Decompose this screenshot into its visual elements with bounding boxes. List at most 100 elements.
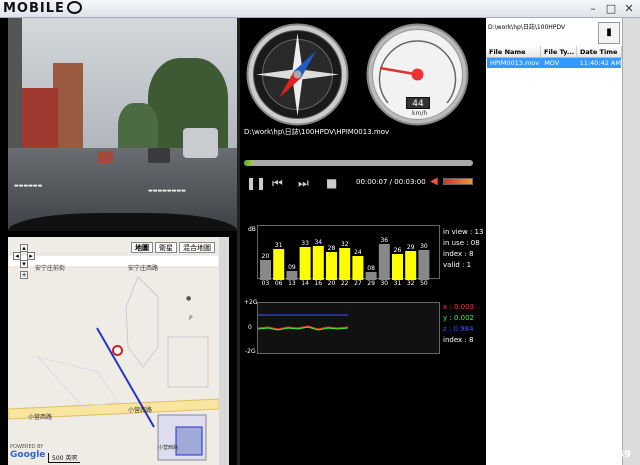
road-label: 小营西路 (28, 414, 53, 421)
video-building (8, 18, 22, 158)
sat-in-use: in use : 08 (443, 239, 480, 247)
satellite-bar-value: 28 (328, 245, 336, 252)
logo-eye-icon (66, 1, 82, 14)
satellite-id-label: 20 (327, 280, 336, 287)
acc-label-top: +2G (244, 299, 258, 306)
watermark: #1420249 (574, 449, 632, 460)
file-row[interactable]: HPIM0013.mov MOV 11:40:42 AM (487, 58, 621, 68)
compass-gauge (246, 23, 349, 126)
map-type-tabs: 地圖 衛星 混合地圖 (131, 242, 215, 253)
poi-icon: ● (186, 295, 192, 302)
column-file-name[interactable]: File Name (486, 46, 541, 57)
column-date-time[interactable]: Date Time (577, 46, 622, 57)
satellite-id-label: 03 (261, 280, 270, 287)
file-name-cell: HPIM0013.mov (490, 59, 540, 67)
speaker-icon[interactable]: ◀ (430, 176, 438, 187)
video-player[interactable]: ▬▬▬▬▬▬ ▬▬▬▬▬▬▬▬ (8, 18, 237, 231)
satellite-bar (365, 272, 377, 280)
accelerometer-chart (257, 302, 440, 354)
satellite-id-label: 32 (406, 280, 415, 287)
video-overlay-right: ▬▬▬▬▬▬▬▬ (148, 188, 186, 194)
column-file-type[interactable]: File Ty... (541, 46, 577, 57)
satellite-bar-value: 29 (407, 244, 415, 251)
map-scale: 500 英呎 (48, 453, 81, 463)
satellite-bar-value: 24 (354, 249, 362, 256)
sat-index: index : 8 (443, 250, 474, 258)
satellite-id-label: 06 (274, 280, 283, 287)
map-scrollbar[interactable] (219, 237, 229, 465)
acc-label-bottom: -2G (245, 348, 256, 355)
road-label: 安宁庄前街 (35, 265, 66, 272)
road-label: 小营西路 (128, 407, 153, 414)
satellite-bar-value: 09 (288, 264, 296, 271)
stop-button[interactable]: ■ (326, 176, 337, 190)
pause-button[interactable]: ❚❚ (246, 176, 266, 190)
file-list-panel: D:\work\hp\日誌\100HPDV ▮ File Name File T… (486, 18, 622, 465)
satellite-bar-value: 36 (380, 237, 388, 244)
satellite-id-label: 50 (420, 280, 428, 287)
speed-readout: 44 (406, 97, 430, 109)
satellite-bar-value: 20 (262, 253, 270, 260)
volume-slider[interactable] (443, 178, 473, 185)
satellite-bar-value: 32 (341, 241, 349, 248)
satellite-ids: 03 06 13 14 16 20 22 27 29 30 31 32 50 (258, 280, 441, 290)
tab-satellite[interactable]: 衛星 (155, 242, 177, 253)
satellite-id-label: 14 (301, 280, 309, 287)
folder-icon[interactable]: ▮ (598, 22, 620, 44)
file-date-cell: 11:40:42 AM (579, 59, 621, 67)
satellite-bars: 20 31 09 33 34 28 32 24 08 36 26 29 30 (260, 237, 430, 280)
satellite-bar-value: 34 (314, 239, 322, 246)
tab-map[interactable]: 地圖 (131, 242, 153, 253)
video-overlay-left: ▬▬▬▬▬▬ (14, 183, 43, 189)
satellite-bar (378, 244, 390, 280)
car-position-icon (112, 345, 123, 356)
google-logo: Google (10, 450, 46, 460)
satellite-bar (273, 249, 285, 280)
pan-left-icon[interactable]: ◂ (13, 252, 21, 260)
pan-up-icon[interactable]: ▴ (20, 244, 28, 252)
playback-progress[interactable] (244, 160, 473, 166)
speed-unit: km/h (412, 110, 428, 117)
video-car (98, 151, 113, 163)
zoom-in-button[interactable]: + (20, 271, 28, 279)
satellite-bar-value: 30 (420, 243, 428, 250)
satellite-id-label: 30 (380, 280, 389, 287)
satellite-id-label: 22 (340, 280, 349, 287)
parking-icon: P (189, 315, 193, 322)
sat-in-view: in view : 13 (443, 228, 484, 236)
file-path: D:\work\hp\日誌\100HPDV\HPIM0013.mov (244, 128, 390, 136)
satellite-bar (286, 271, 298, 280)
maximize-button[interactable]: □ (602, 2, 620, 15)
satellite-info: in view : 13 in use : 08 index : 8 valid… (443, 227, 483, 271)
panel-divider (237, 18, 240, 465)
acc-info-line: z : 0.984 (443, 325, 474, 333)
video-car (148, 148, 170, 163)
pan-right-icon[interactable]: ▸ (27, 252, 35, 260)
file-list-header: File Name File Ty... Date Time (486, 46, 622, 58)
satellite-id-label: 16 (314, 280, 323, 287)
tab-hybrid[interactable]: 混合地圖 (179, 242, 215, 253)
satellite-bar (352, 256, 364, 280)
pan-down-icon[interactable]: ▾ (20, 260, 28, 268)
satellite-bar (312, 246, 324, 280)
prev-button[interactable]: ⏮ (272, 176, 283, 191)
satellite-bar (392, 254, 403, 280)
satellite-id-label: 27 (354, 280, 362, 287)
minimize-button[interactable]: – (584, 2, 602, 15)
sat-valid: valid : 1 (443, 261, 472, 269)
satellite-bar (299, 247, 311, 280)
sat-axis-label: dB (248, 226, 256, 233)
map-view[interactable]: ▴ ◂ ▸ ▾ + 地圖 衛星 混合地圖 安宁庄前街 安宁庄西路 小营西路 小营… (8, 237, 219, 465)
close-button[interactable]: ✕ (620, 2, 638, 15)
file-list-scrollbar[interactable] (622, 18, 640, 465)
video-car (183, 128, 218, 158)
satellite-bar-value: 33 (301, 240, 309, 247)
satellite-chart: 20 31 09 33 34 28 32 24 08 36 26 29 30 (257, 225, 440, 280)
acc-label-zero: 0 (248, 324, 252, 331)
satellite-bar-value: 26 (394, 247, 402, 254)
road-label: 小营西路 (158, 445, 179, 451)
next-button[interactable]: ⏭ (298, 176, 309, 191)
video-building (18, 88, 58, 153)
satellite-bar (405, 251, 417, 280)
folder-path: D:\work\hp\日誌\100HPDV (488, 24, 566, 31)
